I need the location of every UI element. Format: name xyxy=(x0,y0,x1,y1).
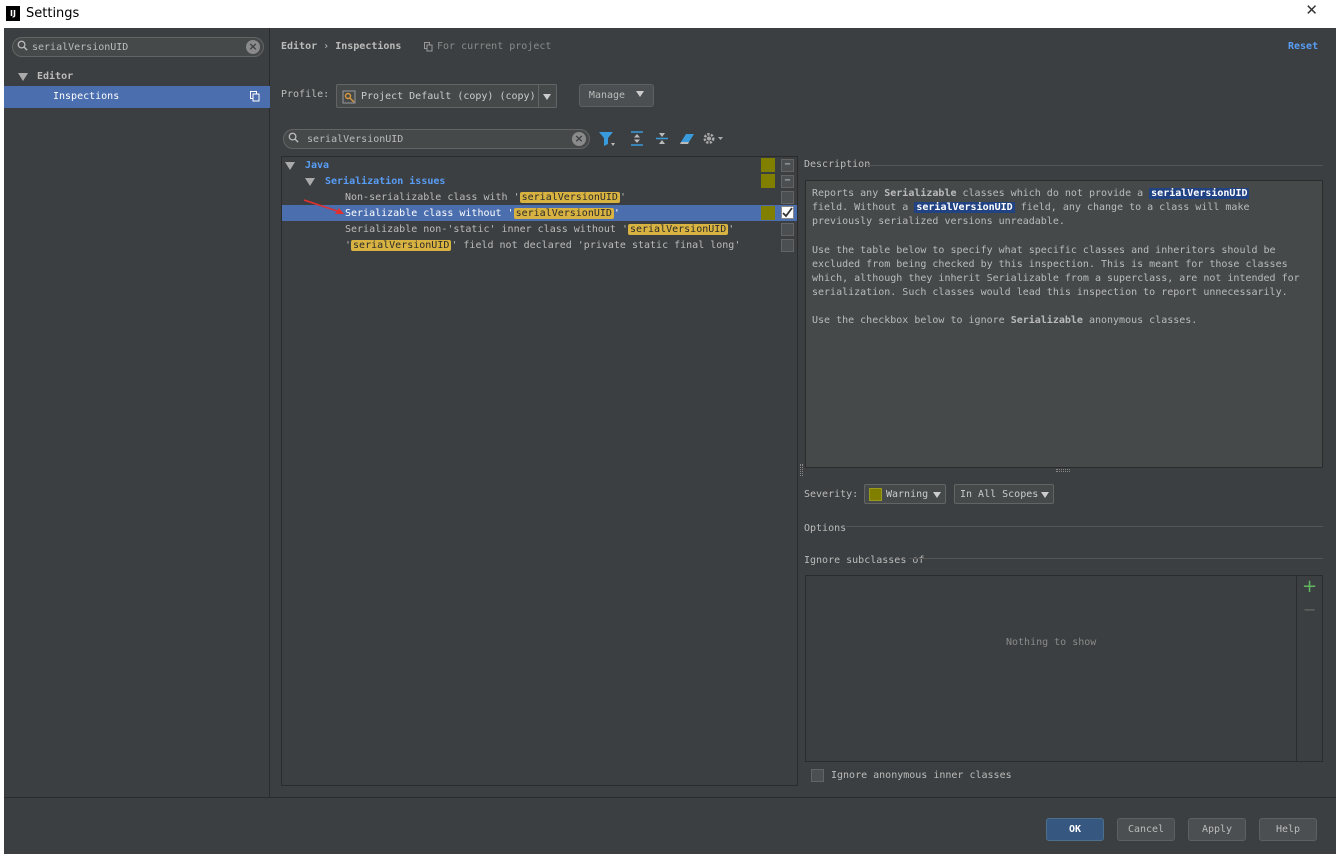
window-close-icon[interactable]: ✕ xyxy=(1305,1,1318,19)
settings-search-input[interactable]: serialVersionUID xyxy=(32,42,128,53)
severity-swatch xyxy=(869,488,882,501)
search-history-icon[interactable] xyxy=(288,132,299,143)
expand-arrow-icon[interactable] xyxy=(305,178,315,186)
options-separator xyxy=(846,526,1323,527)
tree-node-editor[interactable]: Editor xyxy=(18,71,263,87)
checkmark-icon xyxy=(782,207,793,218)
filter-icon[interactable] xyxy=(598,131,616,147)
scope-dropdown[interactable]: In All Scopes xyxy=(954,484,1054,504)
inspection-checkbox[interactable] xyxy=(781,191,794,204)
severity-swatch xyxy=(761,206,775,220)
scope-value: In All Scopes xyxy=(960,489,1039,500)
left-panel: serialVersionUID × Editor Inspections xyxy=(4,28,270,797)
severity-swatch xyxy=(761,158,775,172)
tree-row-inspection[interactable]: Non-serializable class with ' serialVersi… xyxy=(282,189,797,205)
ignore-subclasses-table: Nothing to show + − xyxy=(805,575,1323,762)
search-icon xyxy=(17,40,28,51)
project-scope-icon xyxy=(424,42,433,52)
dropdown-divider xyxy=(538,85,539,107)
ignore-subclasses-title: Ignore subclasses of xyxy=(804,555,925,566)
title-bar: IJ Settings ✕ xyxy=(0,0,1340,28)
severity-dropdown[interactable]: Warning xyxy=(864,484,946,504)
help-button[interactable]: Help xyxy=(1259,818,1317,841)
tree-node-label: Editor xyxy=(37,71,74,82)
reset-to-default-icon[interactable] xyxy=(679,132,695,146)
dropdown-arrow-icon xyxy=(1041,492,1049,498)
severity-label: Severity: xyxy=(804,489,859,500)
intellij-logo-icon: IJ xyxy=(6,6,20,21)
manage-button[interactable]: Manage xyxy=(579,84,654,107)
settings-search-field[interactable]: serialVersionUID × xyxy=(12,37,264,57)
inspection-label: Serializable non-'static' inner class wi… xyxy=(345,224,735,235)
window-title: Settings xyxy=(26,6,80,21)
dropdown-arrow-icon[interactable] xyxy=(543,94,551,100)
add-icon[interactable]: + xyxy=(1302,576,1317,597)
inspection-label: Serializable class without ' serialVersio… xyxy=(345,208,620,219)
profile-dropdown[interactable]: Project Default (copy) (copy) xyxy=(336,84,557,108)
tree-row-java[interactable]: Java − xyxy=(282,157,797,173)
tree-row-inspection-selected[interactable]: Serializable class without ' serialVersio… xyxy=(282,205,797,221)
description-separator xyxy=(866,165,1323,166)
inspection-label: Non-serializable class with ' serialVersi… xyxy=(345,192,626,203)
dropdown-arrow-icon xyxy=(933,492,941,498)
remove-icon[interactable]: − xyxy=(1303,600,1316,619)
severity-swatch xyxy=(761,174,775,188)
description-paragraph: Use the checkbox below to ignore Seriali… xyxy=(812,315,1198,327)
clear-filter-icon[interactable]: × xyxy=(572,132,586,146)
severity-value: Warning xyxy=(886,489,929,500)
expand-all-icon[interactable] xyxy=(630,131,644,146)
tree-row-serialization-issues[interactable]: Serialization issues − xyxy=(282,173,797,189)
breadcrumb: Editor › Inspections xyxy=(281,41,401,55)
cancel-button[interactable]: Cancel xyxy=(1117,818,1175,841)
scope-note: For current project xyxy=(437,41,552,52)
inspection-filter-input[interactable]: serialVersionUID xyxy=(307,134,403,145)
annotation-arrow-icon xyxy=(303,199,344,214)
apply-button[interactable]: Apply xyxy=(1188,818,1246,841)
breadcrumb-inspections: Inspections xyxy=(335,41,402,52)
breadcrumb-editor: Editor xyxy=(281,41,318,52)
inspection-checkbox[interactable] xyxy=(781,223,794,236)
settings-dialog: serialVersionUID × Editor Inspections Ed… xyxy=(4,28,1336,854)
expand-arrow-icon[interactable] xyxy=(18,73,28,81)
project-scope-icon xyxy=(250,91,260,102)
tree-node-inspections[interactable]: Inspections xyxy=(4,86,270,108)
profile-label: Profile: xyxy=(281,89,330,100)
group-checkbox[interactable]: − xyxy=(781,159,794,172)
profile-value: Project Default (copy) (copy) xyxy=(361,91,536,102)
dropdown-arrow-icon xyxy=(636,91,645,97)
description-title: Description xyxy=(804,159,871,170)
expand-arrow-icon[interactable] xyxy=(285,162,295,170)
ignore-subclasses-separator xyxy=(909,558,1323,559)
footer-divider xyxy=(4,797,1336,798)
inspection-filter-field[interactable]: serialVersionUID × xyxy=(283,129,590,149)
options-title: Options xyxy=(804,523,847,534)
table-toolbar-divider xyxy=(1296,576,1297,761)
description-paragraph: Use the table below to specify what spec… xyxy=(812,244,1300,299)
inspection-tree: Java − Serialization issues − Non-serial… xyxy=(281,156,798,786)
tree-node-label: Inspections xyxy=(53,91,120,102)
inspection-checkbox[interactable] xyxy=(781,239,794,252)
ok-button[interactable]: OK xyxy=(1046,818,1104,841)
ignore-anonymous-label[interactable]: Ignore anonymous inner classes xyxy=(831,770,1012,781)
empty-table-text: Nothing to show xyxy=(1006,637,1097,648)
vertical-splitter-handle[interactable] xyxy=(800,464,803,476)
group-checkbox[interactable]: − xyxy=(781,175,794,188)
profile-icon xyxy=(342,90,356,104)
tree-row-inspection[interactable]: ' serialVersionUID ' field not declared 'p… xyxy=(282,237,797,253)
splitter-handle[interactable] xyxy=(1056,469,1070,472)
gear-icon[interactable] xyxy=(702,131,724,146)
clear-search-icon[interactable]: × xyxy=(246,40,260,54)
tree-group-label: Serialization issues xyxy=(325,176,446,187)
manage-label: Manage xyxy=(588,90,626,101)
inspection-checkbox-checked[interactable] xyxy=(781,206,794,219)
tree-group-label: Java xyxy=(305,160,330,171)
description-paragraph: Reports any Serializable classes which d… xyxy=(812,188,1250,228)
collapse-all-icon[interactable] xyxy=(655,131,669,146)
description-panel: Reports any Serializable classes which d… xyxy=(805,180,1323,468)
tree-row-inspection[interactable]: Serializable non-'static' inner class wi… xyxy=(282,221,797,237)
ignore-anonymous-checkbox[interactable] xyxy=(811,769,824,782)
inspection-label: ' serialVersionUID ' field not declared 'p… xyxy=(345,240,741,251)
breadcrumb-separator: › xyxy=(323,41,330,52)
reset-link[interactable]: Reset xyxy=(1288,41,1318,52)
